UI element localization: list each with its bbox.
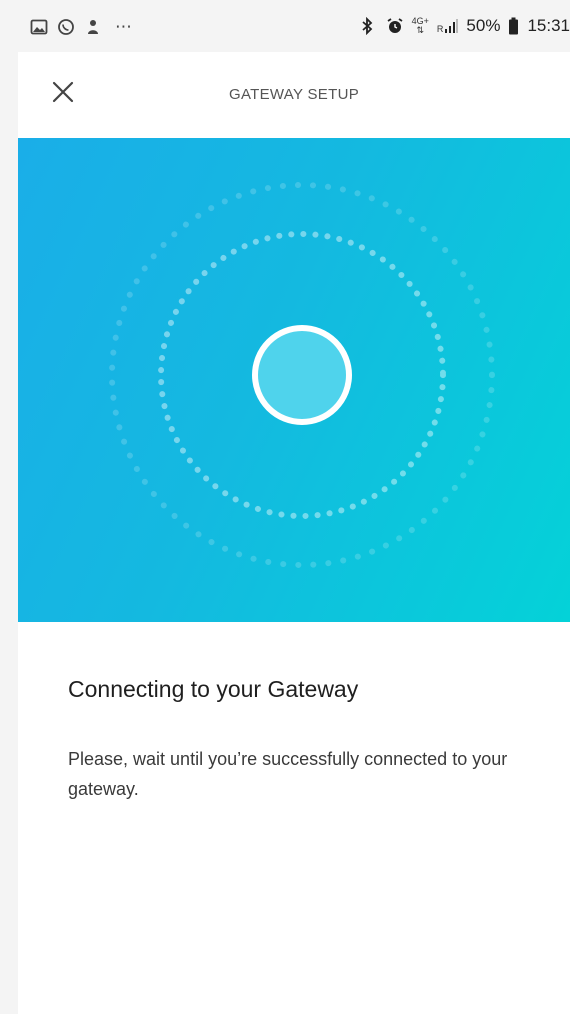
signal-indicator: R (437, 18, 459, 34)
connecting-radar-graphic (109, 182, 495, 568)
page-title: GATEWAY SETUP (228, 86, 360, 103)
connecting-description: Please, wait until you’re successfully c… (68, 749, 508, 799)
roaming-label: R (436, 24, 444, 34)
network-indicator: 4G+ ⇅ (412, 17, 429, 35)
app-screen: ⋯ 4G+ ⇅ R 50% 15:31 GATEWAY SETUP Connec… (18, 0, 570, 1014)
status-bar: ⋯ 4G+ ⇅ R 50% 15:31 (18, 0, 570, 52)
connecting-hero (18, 138, 570, 622)
bluetooth-icon (360, 16, 378, 36)
status-time: 15:31 (527, 16, 570, 35)
connecting-heading: Connecting to your Gateway (68, 676, 359, 702)
person-icon (84, 18, 102, 36)
whatsapp-icon (57, 18, 75, 36)
gateway-center-circle (252, 325, 352, 425)
phone-frame: ⋯ 4G+ ⇅ R 50% 15:31 GATEWAY SETUP Connec… (0, 0, 570, 1014)
gallery-icon (30, 18, 48, 36)
status-right-icons: 4G+ ⇅ R 50% 15:31 (360, 16, 570, 36)
overflow-dots: ⋯ (115, 17, 133, 36)
network-arrows-icon: ⇅ (416, 25, 425, 35)
alarm-icon (386, 17, 404, 35)
signal-icon (445, 19, 459, 33)
battery-icon (508, 17, 519, 35)
battery-percent: 50% (466, 16, 501, 35)
app-header: GATEWAY SETUP (18, 52, 570, 138)
status-left-icons: ⋯ (30, 18, 133, 36)
